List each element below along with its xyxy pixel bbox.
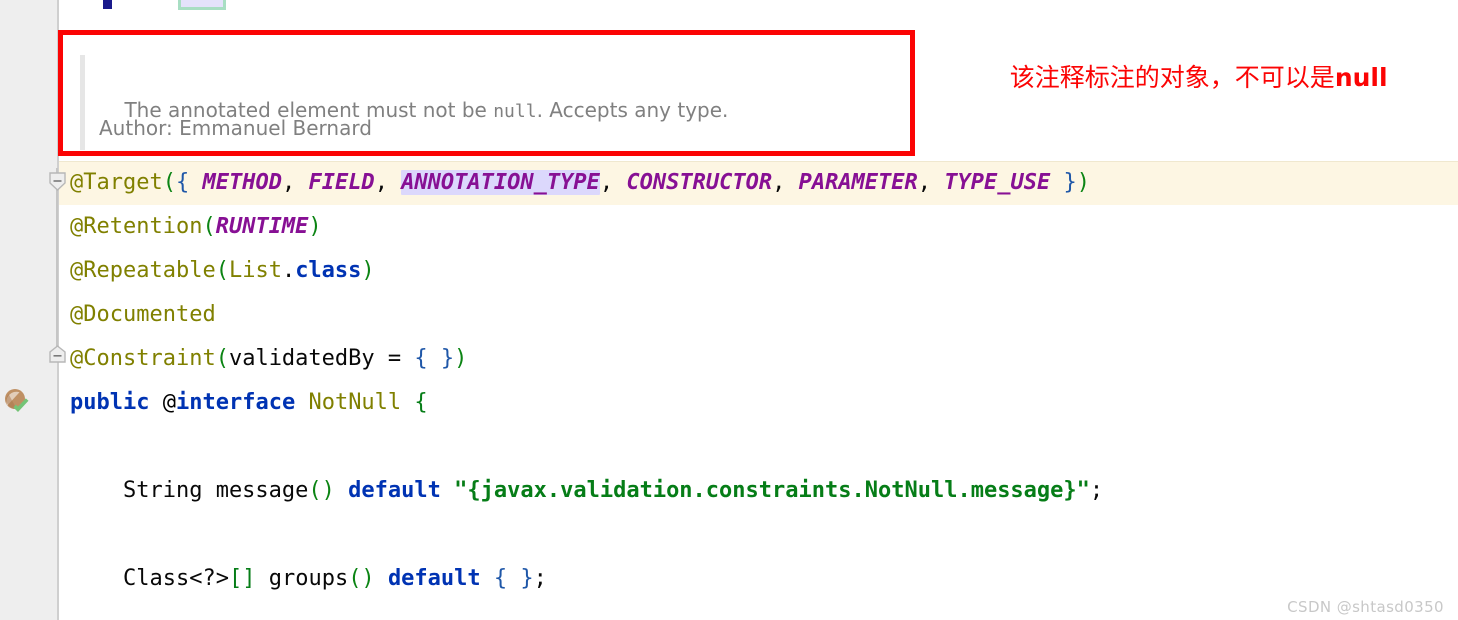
line-interface-token-4 xyxy=(295,390,308,415)
editor-gutter[interactable] xyxy=(0,0,50,620)
line-interface-token-6 xyxy=(401,390,414,415)
line-message-token-3: default xyxy=(348,478,441,503)
line-groups-token-6: default xyxy=(387,566,481,591)
line-interface-token-2: @ xyxy=(162,390,176,415)
line-interface-token-7: { xyxy=(414,390,428,415)
line-target-token-15: ) xyxy=(1076,170,1091,195)
line-groups-token-5 xyxy=(375,566,388,591)
line-repeatable-token-1: ( xyxy=(215,258,229,283)
line-blank-2[interactable] xyxy=(59,513,1458,557)
line-interface[interactable]: public @interface NotNull { xyxy=(59,381,1458,425)
bean-with-check-icon[interactable] xyxy=(4,388,30,414)
csdn-watermark: CSDN @shtasd0350 xyxy=(1287,598,1444,616)
line-message-token-6: ; xyxy=(1089,478,1104,503)
chinese-note-text: 该注释标注的对象，不可以是 xyxy=(1009,63,1335,92)
line-repeatable[interactable]: @Repeatable(List.class) xyxy=(59,249,1458,293)
line-target-token-2: { xyxy=(175,170,203,195)
line-retention-token-2: RUNTIME xyxy=(215,214,309,239)
line-message-token-1: () xyxy=(308,478,335,503)
line-target-token-10: , xyxy=(772,170,799,195)
line-interface-token-0: public xyxy=(70,390,150,415)
line-message-token-5: "{javax.validation.constraints.NotNull.m… xyxy=(454,478,1090,503)
line-target-token-14: } xyxy=(1050,170,1077,195)
line-groups-token-4: () xyxy=(348,566,375,591)
line-constraint-token-2: validatedBy xyxy=(228,346,375,371)
line-documented-token-0: @Documented xyxy=(70,302,216,327)
line-constraint[interactable]: @Constraint(validatedBy = { }) xyxy=(59,337,1458,381)
line-message-token-2 xyxy=(335,478,348,503)
line-target-token-3: METHOD xyxy=(202,170,282,195)
line-target-token-6: , xyxy=(374,170,402,195)
line-target-token-9: CONSTRUCTOR xyxy=(626,170,773,195)
line-documented[interactable]: @Documented xyxy=(59,293,1458,337)
line-retention-token-1: ( xyxy=(202,214,216,239)
line-blank-1[interactable] xyxy=(59,425,1458,469)
line-target-token-7: ANNOTATION_TYPE xyxy=(401,170,600,195)
line-interface-token-1 xyxy=(149,390,162,415)
line-target-token-5: FIELD xyxy=(308,170,375,195)
line-target-token-4: , xyxy=(281,170,309,195)
line-groups-token-9: ; xyxy=(533,566,547,591)
line-message-token-4 xyxy=(441,478,454,503)
line-groups[interactable]: Class<?>[] groups() default { }; xyxy=(59,557,1458,601)
line-groups-token-1: <?> xyxy=(189,566,229,591)
doc-quote-bar xyxy=(80,55,85,150)
line-message[interactable]: String message() default "{javax.validat… xyxy=(59,469,1458,513)
line-target-token-8: , xyxy=(599,170,627,195)
line-repeatable-token-3: . xyxy=(281,258,296,283)
line-constraint-token-3: = xyxy=(374,346,415,371)
line-target-token-12: , xyxy=(917,170,945,195)
chinese-note-bold: null xyxy=(1334,63,1388,92)
line-groups-token-0: Class xyxy=(70,566,190,591)
line-interface-token-5: NotNull xyxy=(308,390,402,415)
line-groups-token-8: { } xyxy=(493,566,534,591)
line-target-token-11: PARAMETER xyxy=(798,170,918,195)
line-groups-token-3: groups xyxy=(255,566,349,591)
line-repeatable-token-5: ) xyxy=(361,258,375,283)
line-target[interactable]: @Target({ METHOD, FIELD, ANNOTATION_TYPE… xyxy=(59,161,1458,205)
code-fold-connector xyxy=(56,168,58,358)
ide-editor-screenshot: @Target({ METHOD, FIELD, ANNOTATION_TYPE… xyxy=(0,0,1458,620)
line-repeatable-token-0: @Repeatable xyxy=(70,258,216,283)
line-target-token-0: @Target xyxy=(70,170,163,195)
chinese-annotation-note: 该注释标注的对象，不可以是null xyxy=(978,29,1388,123)
line-constraint-token-1: ( xyxy=(215,346,229,371)
doc-line1-code: null xyxy=(493,101,537,122)
line-target-token-1: ( xyxy=(162,170,176,195)
line-retention[interactable]: @Retention(RUNTIME) xyxy=(59,205,1458,249)
line-repeatable-token-4: class xyxy=(295,258,362,283)
line-constraint-token-5: ) xyxy=(454,346,468,371)
doc-line1-suffix: . Accepts any type. xyxy=(536,98,729,122)
line-groups-token-7 xyxy=(481,566,494,591)
line-repeatable-token-2: List xyxy=(228,258,282,283)
line-interface-token-3: interface xyxy=(175,390,296,415)
line-constraint-token-0: @Constraint xyxy=(70,346,216,371)
line-target-token-13: TYPE_USE xyxy=(944,170,1051,195)
line-groups-token-2: [] xyxy=(228,566,256,591)
line-retention-token-3: ) xyxy=(308,214,322,239)
line-message-token-0: String message xyxy=(70,478,309,503)
line-retention-token-0: @Retention xyxy=(70,214,203,239)
doc-author-line: Author: Emmanuel Bernard xyxy=(99,116,372,140)
line-constraint-token-4: { } xyxy=(414,346,455,371)
